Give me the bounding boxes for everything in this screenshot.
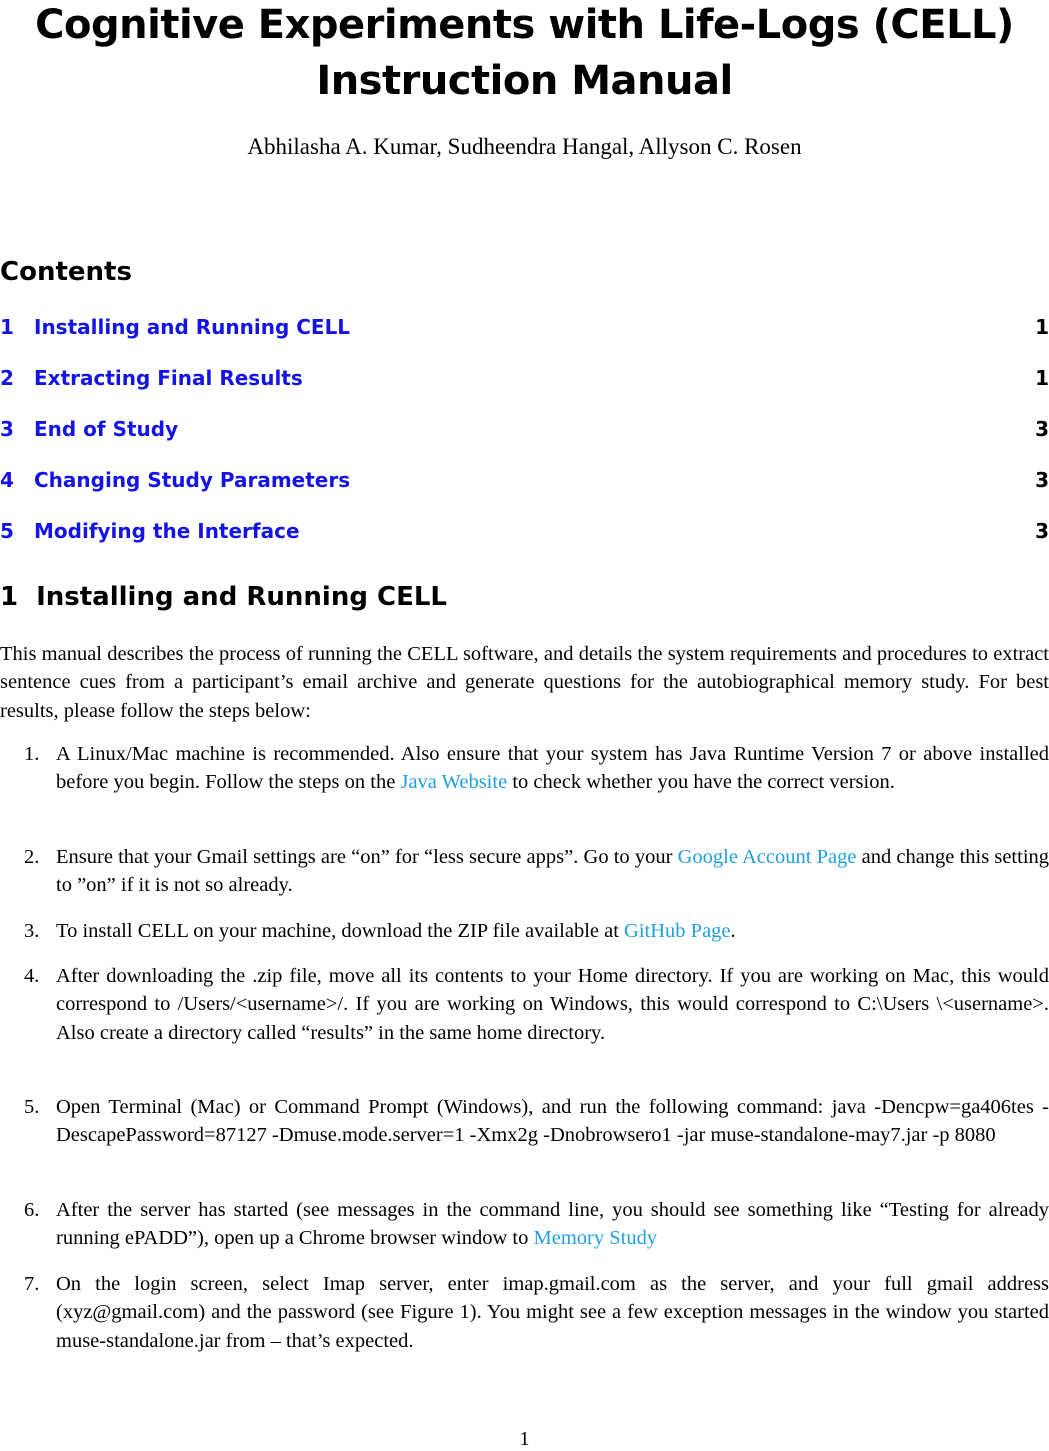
memory-study-link[interactable]: Memory Study [534, 1227, 658, 1249]
section-heading: 1 Installing and Running CELL [0, 582, 447, 612]
toc-entry[interactable]: 4 Changing Study Parameters 3 [0, 468, 1049, 498]
step-number: 3. [24, 920, 40, 942]
toc-entry-number[interactable]: 5 [0, 519, 14, 543]
authors: Abhilasha A. Kumar, Sudheendra Hangal, A… [247, 134, 802, 159]
toc-entry-number[interactable]: 4 [0, 468, 14, 492]
step-text: On the login screen, select Imap server,… [56, 1273, 1049, 1352]
toc-entry[interactable]: 1 Installing and Running CELL 1 [0, 315, 1049, 345]
document-title-line-1: Cognitive Experiments with Life-Logs (CE… [35, 2, 1014, 48]
toc-entry[interactable]: 3 End of Study 3 [0, 417, 1049, 447]
toc-entry-link[interactable]: Modifying the Interface [34, 519, 300, 543]
step-text: to check whether you have the correct ve… [507, 771, 895, 794]
toc-entry[interactable]: 5 Modifying the Interface 3 [0, 519, 1049, 549]
step-number: 4. [24, 965, 40, 987]
toc-entry-page: 1 [1035, 315, 1049, 339]
step-text: Ensure that your Gmail settings are “on”… [56, 846, 678, 868]
toc-entry-number[interactable]: 2 [0, 366, 14, 390]
toc-entry-link[interactable]: Changing Study Parameters [34, 468, 350, 492]
google-account-page-link[interactable]: Google Account Page [678, 846, 857, 868]
toc-entry-link[interactable]: End of Study [34, 417, 178, 441]
step-text: To install CELL on your machine, downloa… [56, 920, 625, 942]
toc-entry-page: 3 [1035, 519, 1049, 543]
toc-entry-link[interactable]: Extracting Final Results [34, 366, 303, 390]
page-number: 1 [519, 1428, 530, 1450]
step-number: 2. [24, 846, 40, 868]
step-text: . [730, 920, 736, 942]
toc-entry-page: 3 [1035, 417, 1049, 441]
intro-paragraph: This manual describes the process of run… [0, 643, 1049, 722]
contents-heading: Contents [0, 257, 132, 287]
toc-entry-page: 1 [1035, 366, 1049, 390]
step-text: After downloading the .zip file, move al… [56, 965, 1049, 1044]
toc-entry[interactable]: 2 Extracting Final Results 1 [0, 366, 1049, 396]
step-number: 7. [24, 1273, 40, 1295]
toc-entry-page: 3 [1035, 468, 1049, 492]
toc-entry-number[interactable]: 1 [0, 315, 14, 339]
step-number: 5. [24, 1096, 40, 1118]
step-number: 1. [24, 743, 40, 765]
section-number: 1 [0, 582, 19, 612]
java-website-link[interactable]: Java Website [400, 771, 507, 793]
toc-entry-number[interactable]: 3 [0, 417, 14, 441]
toc-entry-link[interactable]: Installing and Running CELL [34, 315, 350, 339]
github-page-link[interactable]: GitHub Page [624, 920, 730, 942]
section-title: Installing and Running CELL [36, 582, 447, 612]
step-text: Open Terminal (Mac) or Command Prompt (W… [56, 1096, 1049, 1147]
document-title-line-2: Instruction Manual [316, 58, 733, 104]
step-number: 6. [24, 1199, 40, 1221]
